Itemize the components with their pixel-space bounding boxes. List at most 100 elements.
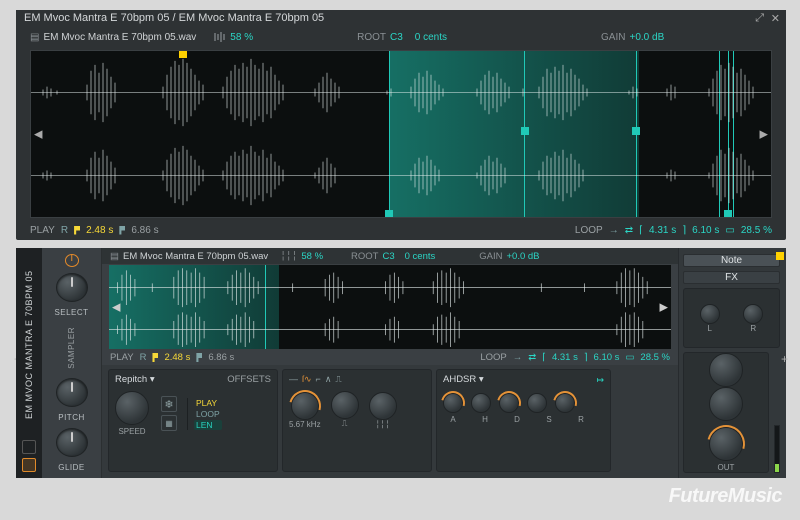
waveform-display-large[interactable]: ◀ ▶	[30, 50, 772, 218]
fx-tab-button[interactable]: FX	[683, 271, 780, 284]
play-end-flag-icon[interactable]	[119, 226, 125, 235]
file-info-strip: ▤ EM Mvoc Mantra E 70bpm 05.wav 58 % ROO…	[30, 30, 772, 44]
loop-mode-icon[interactable]: →	[609, 225, 619, 236]
popout-icon[interactable]: ⤢	[755, 12, 764, 25]
mini-cents[interactable]: 0 cents	[405, 251, 436, 262]
envelope-module: AHDSR ▾ ↦ A H	[436, 369, 611, 472]
speed-knob[interactable]	[115, 391, 149, 425]
expand-device-icon[interactable]	[22, 458, 36, 472]
slice-icon[interactable]: ╎╎╎	[280, 251, 297, 262]
nav-left-icon[interactable]: ◀	[112, 301, 120, 314]
module-row: Repitch ▾ OFFSETS SPEED ❄ ▦	[102, 365, 678, 478]
file-icon: ▤	[110, 251, 119, 262]
playback-mode-dropdown[interactable]: Repitch ▾	[115, 374, 155, 385]
cents-value[interactable]: 0 cents	[415, 32, 447, 43]
pan-r-label: R	[750, 324, 756, 333]
mapping-indicator[interactable]	[776, 252, 784, 260]
speed-label: SPEED	[118, 427, 145, 436]
wave-off-icon[interactable]: —	[289, 374, 298, 385]
wave-saw-icon[interactable]: ſ∿	[302, 374, 312, 385]
attack-knob[interactable]	[443, 393, 463, 413]
hold-knob[interactable]	[471, 393, 491, 413]
loop-width-icon[interactable]: ▭	[625, 352, 634, 363]
offset-play[interactable]: PLAY	[194, 398, 222, 408]
nav-left-icon[interactable]: ◀	[34, 128, 42, 141]
file-name[interactable]: EM Mvoc Mantra E 70bpm 05.wav	[43, 32, 196, 43]
play-start-flag-icon[interactable]	[74, 226, 80, 235]
decay-knob[interactable]	[499, 393, 519, 413]
osc-freq-knob[interactable]	[291, 392, 319, 420]
osc-shape-knob[interactable]	[331, 391, 359, 419]
play-label: PLAY	[110, 352, 134, 363]
loop-start-value[interactable]: 4.31 s	[649, 225, 676, 236]
power-button-icon[interactable]	[65, 254, 79, 267]
h-label: H	[475, 415, 495, 424]
note-tab-button[interactable]: Note	[683, 254, 780, 267]
wave-pulse-icon[interactable]: ⌐	[316, 374, 321, 385]
loop-bracket-end-icon[interactable]: ⌉	[682, 225, 686, 236]
close-icon[interactable]: ✕	[771, 12, 780, 25]
gain-label: GAIN	[479, 251, 502, 262]
loop-bracket-start-icon[interactable]: ⌈	[639, 225, 643, 236]
loop-bracket-end-icon[interactable]: ⌉	[584, 352, 588, 363]
nav-right-icon[interactable]: ▶	[760, 128, 768, 141]
remote-controls-icon[interactable]	[22, 440, 36, 454]
loop-start-value[interactable]: 4.31 s	[552, 352, 578, 363]
play-start-flag-icon[interactable]	[152, 353, 158, 362]
loop-pingpong-icon[interactable]: ⇄	[528, 352, 536, 363]
offsets-column: PLAY LOOP LEN	[187, 398, 222, 430]
wave-custom-icon[interactable]: ⎍	[335, 374, 341, 385]
select-knob[interactable]	[56, 273, 88, 302]
nav-right-icon[interactable]: ▶	[660, 301, 668, 314]
gain-value[interactable]: +0.0 dB	[629, 32, 664, 43]
glide-knob[interactable]	[56, 428, 88, 457]
mini-zoom[interactable]: 58 %	[301, 251, 323, 262]
pan-l-knob[interactable]	[700, 304, 720, 324]
sampler-device: + EM MVOC MANTRA E 70BPM 05 SELECT SAMPL…	[16, 248, 786, 478]
loop-end-value[interactable]: 6.10 s	[594, 352, 620, 363]
wave-tri-icon[interactable]: ∧	[325, 374, 332, 385]
root-note[interactable]: C3	[390, 32, 403, 43]
osc-wave-icons: — ſ∿ ⌐ ∧ ⎍	[289, 374, 425, 385]
gain-knob[interactable]	[709, 387, 743, 421]
pitch-label: PITCH	[58, 413, 85, 422]
play-start-value[interactable]: 2.48 s	[86, 225, 113, 236]
loop-end-value[interactable]: 6.10 s	[692, 225, 719, 236]
mini-gain[interactable]: +0.0 dB	[507, 251, 540, 262]
device-name-label[interactable]: EM MVOC MANTRA E 70BPM 05	[24, 254, 34, 436]
play-end-flag-icon[interactable]	[196, 353, 202, 362]
out-knob[interactable]	[709, 427, 743, 461]
osc-mix-knob[interactable]	[369, 392, 397, 420]
release-knob[interactable]	[555, 393, 575, 413]
loop-bracket-start-icon[interactable]: ⌈	[542, 352, 546, 363]
play-end-value[interactable]: 6.86 s	[208, 352, 234, 363]
pan-r-knob[interactable]	[743, 304, 763, 324]
loop-len-value[interactable]: 28.5 %	[640, 352, 670, 363]
freeze-icon[interactable]: ❄	[161, 396, 177, 412]
add-device-after-icon[interactable]: +	[781, 352, 788, 366]
texture-icon[interactable]: ▦	[161, 415, 177, 431]
mini-file-name[interactable]: EM Mvoc Mantra E 70bpm 05.wav	[123, 251, 268, 262]
reverse-toggle[interactable]: R	[140, 352, 147, 363]
play-start-value[interactable]: 2.48 s	[164, 352, 190, 363]
loop-len-value[interactable]: 28.5 %	[741, 225, 772, 236]
play-end-value[interactable]: 6.86 s	[131, 225, 158, 236]
mini-root-note[interactable]: C3	[382, 251, 394, 262]
waveform-display-small[interactable]: ◀ ▶	[108, 264, 672, 350]
loop-pingpong-icon[interactable]: ⇄	[625, 225, 633, 236]
sustain-knob[interactable]	[527, 393, 547, 413]
device-header-sidebar: EM MVOC MANTRA E 70BPM 05	[16, 248, 42, 478]
slice-icon[interactable]	[214, 32, 226, 43]
root-label: ROOT	[351, 251, 378, 262]
loop-mode-icon[interactable]: →	[513, 352, 523, 363]
pitch-knob[interactable]	[56, 378, 88, 407]
offset-len[interactable]: LEN	[194, 420, 222, 430]
zoom-value[interactable]: 58 %	[230, 32, 253, 43]
s-label: S	[539, 415, 559, 424]
reverse-toggle[interactable]: R	[61, 225, 68, 236]
envelope-mode-dropdown[interactable]: AHDSR ▾	[443, 374, 484, 385]
loop-width-icon[interactable]: ▭	[725, 225, 734, 236]
offset-loop[interactable]: LOOP	[194, 409, 222, 419]
vel-sens-knob[interactable]	[709, 353, 743, 387]
envelope-link-icon[interactable]: ↦	[596, 375, 604, 386]
